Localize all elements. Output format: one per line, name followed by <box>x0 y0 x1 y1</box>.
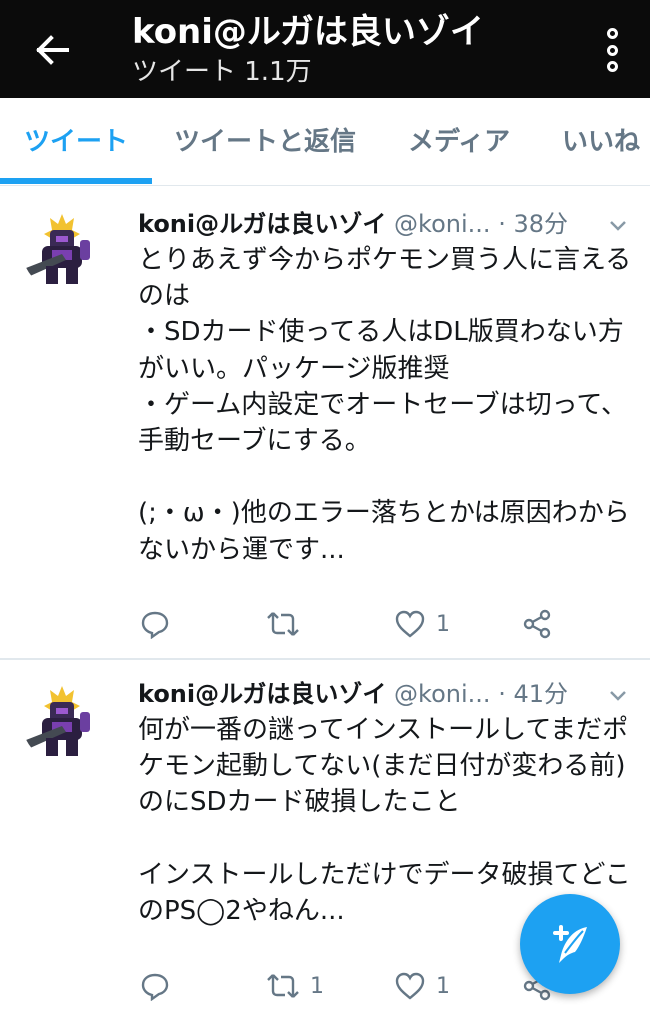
reply-button[interactable] <box>140 966 180 1006</box>
arrow-left-icon <box>36 35 69 65</box>
header-title-group: koni@ルガは良いゾイ ツイート 1.1万 <box>132 10 484 90</box>
heart-icon <box>395 972 425 1000</box>
reply-button[interactable] <box>140 604 180 644</box>
more-options-button[interactable] <box>604 28 620 72</box>
tweet-header: koni@ルガは良いゾイ @koni... · 41分 <box>138 676 598 712</box>
heart-icon <box>395 610 425 638</box>
chevron-down-icon <box>610 691 626 701</box>
like-button[interactable]: 1 <box>394 966 450 1006</box>
back-button[interactable] <box>30 30 74 70</box>
active-tab-indicator <box>0 178 152 184</box>
retweet-icon <box>267 974 299 998</box>
tweet-card[interactable]: koni@ルガは良いゾイ @koni... · 38分 とりあえず今からポケモン… <box>0 188 650 658</box>
author-handle[interactable]: @koni... <box>394 210 491 238</box>
retweet-button[interactable] <box>266 604 310 644</box>
like-button[interactable]: 1 <box>394 604 450 644</box>
tab-media[interactable]: メディア <box>408 98 510 186</box>
tab-tweets-and-replies[interactable]: ツイートと返信 <box>174 98 356 186</box>
chevron-down-icon <box>610 221 626 231</box>
author-handle[interactable]: @koni... <box>394 680 491 708</box>
retweet-icon <box>267 612 299 636</box>
author-name[interactable]: koni@ルガは良いゾイ <box>138 680 386 708</box>
tab-tweets[interactable]: ツイート <box>24 98 128 186</box>
profile-tabs: ツイート ツイートと返信 メディア いいね <box>0 98 650 186</box>
tweet-text: とりあえず今からポケモン買う人に言えるのは ・SDカード使ってる人はDL版買わな… <box>138 245 632 565</box>
tweet-menu-button[interactable] <box>608 216 628 236</box>
retweet-count: 1 <box>310 973 324 999</box>
tweet-actions: 1 <box>0 604 650 644</box>
robot-avatar-icon <box>22 210 102 290</box>
compose-tweet-button[interactable] <box>520 894 620 994</box>
tweet-count: ツイート 1.1万 <box>132 57 312 87</box>
avatar[interactable] <box>22 210 102 290</box>
more-vertical-icon <box>606 28 618 39</box>
reply-icon <box>141 611 169 639</box>
share-icon <box>523 609 551 639</box>
reply-icon <box>141 973 169 1001</box>
tweet-header: koni@ルガは良いゾイ @koni... · 38分 <box>138 206 598 242</box>
tweet-time: · 41分 <box>498 680 568 708</box>
retweet-button[interactable]: 1 <box>266 966 324 1006</box>
like-count: 1 <box>436 973 450 999</box>
robot-avatar-icon <box>22 682 102 762</box>
like-count: 1 <box>436 611 450 637</box>
app-header: koni@ルガは良いゾイ ツイート 1.1万 <box>0 0 650 98</box>
tweet-time: · 38分 <box>498 210 568 238</box>
avatar[interactable] <box>22 682 102 762</box>
tweet-menu-button[interactable] <box>608 686 628 706</box>
page-title: koni@ルガは良いゾイ <box>132 12 484 52</box>
tab-likes[interactable]: いいね <box>562 98 640 186</box>
compose-tweet-icon <box>553 925 587 963</box>
author-name[interactable]: koni@ルガは良いゾイ <box>138 210 386 238</box>
share-button[interactable] <box>522 604 552 644</box>
